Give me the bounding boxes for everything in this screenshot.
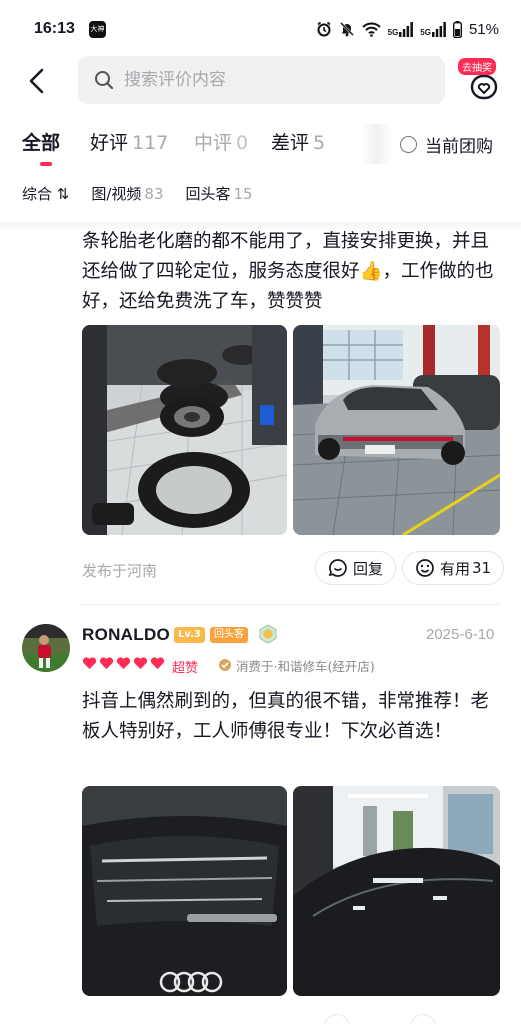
tabs-fade xyxy=(362,124,392,164)
heart-icon xyxy=(150,657,165,669)
back-button[interactable] xyxy=(22,66,52,96)
consumed-at-label: 消费于·和谐修车(经开店) xyxy=(236,658,375,674)
tab-label: 中评 xyxy=(194,132,233,154)
review-photo-car[interactable] xyxy=(293,325,500,535)
rating-filter-tabs: 全部 好评 117 中评 0 差评 5 当前团购 xyxy=(0,124,521,166)
battery-icon xyxy=(452,20,462,38)
search-input[interactable] xyxy=(124,70,424,90)
consumed-at[interactable]: 消费于·和谐修车(经开店) xyxy=(218,655,375,675)
smile-icon xyxy=(416,559,434,577)
alarm-icon xyxy=(317,21,331,37)
review-divider xyxy=(82,604,500,605)
tab-label: 好评 xyxy=(90,132,129,154)
username[interactable]: RONALDO xyxy=(82,625,170,645)
subtab-media[interactable]: 图/视频 83 xyxy=(91,183,163,204)
subtab-label: 回头客 xyxy=(185,185,231,203)
group-buy-label: 当前团购 xyxy=(425,137,493,157)
returning-customer-badge: 回头客 xyxy=(210,627,248,643)
search-icon xyxy=(95,71,114,90)
subtab-overall[interactable]: 综合 ⇅ xyxy=(22,183,69,204)
reply-button[interactable]: 回复 xyxy=(315,551,397,585)
heart-icon xyxy=(82,657,97,669)
app-badge-icon: 大神 xyxy=(88,20,106,38)
medal-icon xyxy=(259,624,277,644)
mute-icon xyxy=(339,22,354,37)
subtab-returning[interactable]: 回头客 15 xyxy=(186,183,253,204)
tab-neutral[interactable]: 中评 0 xyxy=(194,128,248,155)
useful-count: 31 xyxy=(472,559,492,577)
sub-filter-bar: 综合 ⇅ 图/视频 83 回头客 15 xyxy=(22,183,253,204)
comment-icon xyxy=(328,559,347,577)
tab-indicator xyxy=(40,162,52,166)
subtab-label: 图/视频 xyxy=(91,185,142,203)
verified-shop-icon xyxy=(219,659,231,671)
lottery-badge: 去抽奖 xyxy=(458,58,496,75)
wifi-icon xyxy=(361,22,381,37)
tab-count: 5 xyxy=(313,132,326,154)
signal-icon xyxy=(399,21,414,37)
tab-label: 差评 xyxy=(271,132,310,154)
tab-label: 全部 xyxy=(22,132,61,154)
network-type-1: 5G xyxy=(387,27,399,37)
rating-hearts xyxy=(82,656,165,670)
search-bar[interactable] xyxy=(78,56,445,104)
review-photo-car-workshop[interactable] xyxy=(293,786,500,996)
network-type-2: 5G xyxy=(420,27,431,37)
heart-icon xyxy=(116,657,131,669)
tab-count: 0 xyxy=(236,132,249,154)
heart-icon xyxy=(133,657,148,669)
rating-label: 超赞 xyxy=(172,661,199,676)
tab-all[interactable]: 全部 xyxy=(22,128,60,155)
header: 去抽奖 xyxy=(0,56,521,108)
review-location: 发布于河南 xyxy=(82,562,158,580)
chevron-left-icon xyxy=(29,68,44,94)
tab-count: 117 xyxy=(132,132,169,154)
avatar[interactable] xyxy=(22,624,70,672)
battery-level: 51% xyxy=(468,20,499,38)
subtab-count: 83 xyxy=(144,185,164,203)
subtab-count: 15 xyxy=(233,185,253,203)
useful-button[interactable]: 有用 31 xyxy=(402,551,505,585)
review-text: 抖音上偶然刷到的，但真的很不错，非常推荐！老板人特别好，工人师傅很专业！下次必首… xyxy=(82,691,490,742)
useful-label: 有用 xyxy=(440,559,471,578)
status-time: 16:13 xyxy=(34,20,75,37)
review-date: 2025-6-10 xyxy=(426,626,495,643)
subtab-label: 综合 ⇅ xyxy=(22,185,70,203)
status-icons: 5G 5G 51% xyxy=(316,20,499,38)
tab-negative[interactable]: 差评 5 xyxy=(271,128,325,155)
lottery-button[interactable]: 去抽奖 xyxy=(458,58,504,104)
reply-button[interactable] xyxy=(324,1014,350,1024)
review-photo-tires[interactable] xyxy=(82,325,287,535)
reply-label: 回复 xyxy=(353,559,384,578)
signal-icon xyxy=(431,21,446,37)
review-text: 条轮胎老化磨的都不能用了，直接安排更换，并且还给做了四轮定位，服务态度很好👍，工… xyxy=(82,231,494,312)
current-group-buy-toggle[interactable]: 当前团购 xyxy=(400,132,493,157)
radio-icon[interactable] xyxy=(400,136,417,153)
tab-positive[interactable]: 好评 117 xyxy=(90,128,168,155)
level-badge: Lv.3 xyxy=(174,627,205,643)
status-bar: 16:13 大神 5G 5G 51% xyxy=(0,0,521,58)
heart-icon xyxy=(99,657,114,669)
useful-button[interactable] xyxy=(410,1014,436,1024)
review-photo-car-roof[interactable] xyxy=(82,786,287,996)
